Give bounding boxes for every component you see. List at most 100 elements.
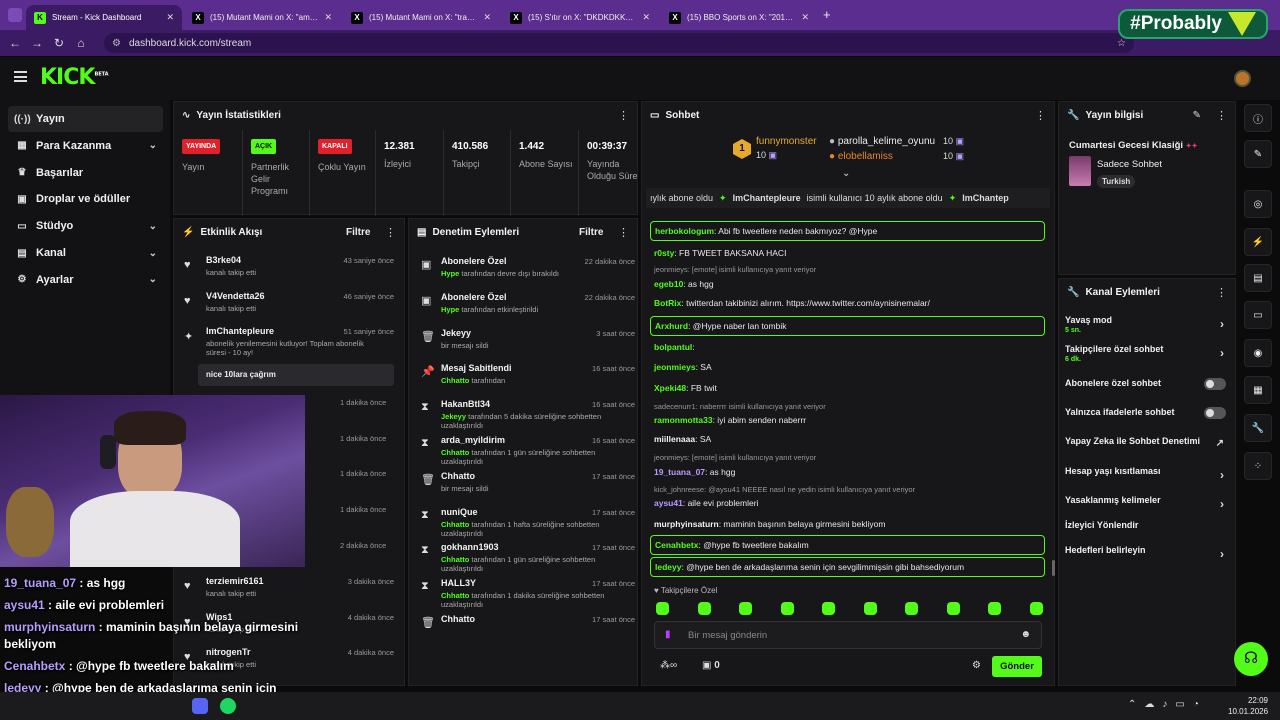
channel-action-item[interactable]: Hedefleri belirleyin › xyxy=(1065,545,1230,561)
info-icon[interactable]: ⓘ xyxy=(1244,104,1272,132)
emote-icon[interactable] xyxy=(988,602,1001,615)
channel-action-item[interactable]: İzleyici Yönlendir xyxy=(1065,520,1230,530)
toggle-switch[interactable] xyxy=(1204,378,1226,390)
chevron-down-icon[interactable]: ⌄ xyxy=(149,221,157,232)
channel-action-item[interactable]: Abonelere özel sohbet xyxy=(1065,378,1230,390)
activity-row[interactable]: ♥ B3rke04 kanalı takip etti 43 saniye önce xyxy=(182,255,402,289)
bolt-icon[interactable]: ⚡ xyxy=(1244,228,1272,256)
moderator-name[interactable]: Chhatto xyxy=(441,520,469,529)
chat-username[interactable]: miillenaaa xyxy=(654,434,695,444)
chevron-down-icon[interactable]: ⌄ xyxy=(149,140,157,151)
activity-user[interactable]: B3rke04 xyxy=(206,255,241,265)
chat-username[interactable]: r0sty xyxy=(654,248,674,258)
moderator-name[interactable]: Chhatto xyxy=(441,555,469,564)
menu-hamburger-icon[interactable] xyxy=(14,71,27,82)
chat-input[interactable]: ▮ Bir mesaj gönderin ☻ xyxy=(654,621,1042,649)
edit-icon[interactable]: ✎ xyxy=(1193,110,1201,121)
moderator-name[interactable]: Chhatto xyxy=(441,591,469,600)
moderation-target[interactable]: nuniQue xyxy=(441,507,478,517)
emote-icon[interactable] xyxy=(656,602,669,615)
chat-username[interactable]: Xpeki48 xyxy=(654,383,686,393)
leaderboard-collapse-icon[interactable]: ⌄ xyxy=(842,168,850,179)
moderation-filter-button[interactable]: Filtre xyxy=(579,227,603,238)
stats-menu-icon[interactable]: ⋮ xyxy=(618,109,629,122)
channel-action-item[interactable]: Hesap yaşı kısıtlaması › xyxy=(1065,466,1230,482)
moderator-name[interactable]: Chhatto xyxy=(441,448,469,457)
clock[interactable]: 22:09 10.01.2026 xyxy=(1228,695,1268,717)
sidebar-item-1[interactable]: ▦ Para Kazanma ⌄ xyxy=(8,133,163,159)
site-info-icon[interactable]: ⚙ xyxy=(112,38,121,49)
external-link-icon[interactable]: ↗ xyxy=(1216,438,1224,449)
send-button[interactable]: Gönder xyxy=(992,656,1042,677)
emote-icon[interactable] xyxy=(1029,602,1043,615)
chat-username[interactable]: Cenahbetx xyxy=(655,540,698,550)
sidebar-item-3[interactable]: ▣ Droplar ve ödüller xyxy=(8,186,163,212)
layout-icon[interactable]: ▦ xyxy=(1244,376,1272,404)
user-avatar[interactable] xyxy=(1234,70,1251,87)
url-field[interactable]: ⚙ dashboard.kick.com/stream ☆ xyxy=(104,33,1134,53)
tab-close-icon[interactable]: ✕ xyxy=(642,12,650,23)
pencil-icon[interactable]: ✎ xyxy=(1244,140,1272,168)
broadcast-icon[interactable]: ◉ xyxy=(1244,339,1272,367)
chat-username[interactable]: ledeyy xyxy=(655,562,681,572)
channel-action-item[interactable]: Takipçilere özel sohbet 6 dk. › xyxy=(1065,344,1230,363)
moderation-target[interactable]: Jekeyy xyxy=(441,328,471,338)
sidebar-item-0[interactable]: ((·)) Yayın xyxy=(8,106,163,132)
clipboard-icon[interactable]: ▤ xyxy=(1244,264,1272,292)
activity-menu-icon[interactable]: ⋮ xyxy=(385,226,396,239)
emote-icon[interactable] xyxy=(822,602,835,615)
moderation-target[interactable]: Chhatto xyxy=(441,471,475,481)
toggle-switch[interactable] xyxy=(1204,407,1226,419)
home-icon[interactable]: ⌂ xyxy=(70,36,92,50)
chat-username[interactable]: herbokologum xyxy=(655,226,714,236)
moderator-name[interactable]: Hype xyxy=(441,269,459,278)
bookmark-star-icon[interactable]: ☆ xyxy=(1117,38,1126,49)
sidebar-item-4[interactable]: ▭ Stüdyo ⌄ xyxy=(8,213,163,239)
chevron-down-icon[interactable]: ⌄ xyxy=(149,248,157,259)
chat-settings-icon[interactable]: ⚙ xyxy=(972,660,981,671)
back-icon[interactable]: ← xyxy=(4,36,26,50)
sidebar-item-5[interactable]: ▤ Kanal ⌄ xyxy=(8,240,163,266)
discord-icon[interactable] xyxy=(192,698,208,714)
moderation-target[interactable]: arda_myildirim xyxy=(441,435,505,445)
activity-user[interactable]: ImChantepleure xyxy=(206,326,274,336)
channel-action-item[interactable]: Yapay Zeka ile Sohbet Denetimi ↗ xyxy=(1065,436,1230,449)
channel-action-item[interactable]: Yasaklanmış kelimeler › xyxy=(1065,495,1230,511)
tab-close-icon[interactable]: ✕ xyxy=(801,12,809,23)
chat-username[interactable]: aysu41 xyxy=(654,498,683,508)
emote-icon[interactable] xyxy=(697,602,711,615)
browser-tab[interactable]: X (15) S'ıtır on X: "DKDKDKKDKDK ✕ xyxy=(502,5,658,30)
leader-name-2[interactable]: ● parolla_kelime_oyunu xyxy=(829,136,935,147)
emote-icon[interactable] xyxy=(780,602,794,615)
channel-actions-menu-icon[interactable]: ⋮ xyxy=(1216,286,1227,299)
support-headset-icon[interactable]: ☊ xyxy=(1234,642,1268,676)
wrench-icon[interactable]: 🔧 xyxy=(1244,414,1272,442)
emote-icon[interactable] xyxy=(905,602,918,615)
chevron-right-icon[interactable]: › xyxy=(1220,547,1224,561)
chevron-right-icon[interactable]: › xyxy=(1220,468,1224,482)
chevron-right-icon[interactable]: › xyxy=(1220,317,1224,331)
chat-username[interactable]: BotRix xyxy=(654,298,681,308)
moderation-target[interactable]: HakanBtl34 xyxy=(441,399,490,409)
chat-username[interactable]: jeonmieys xyxy=(654,362,696,372)
tray-icons[interactable]: ⌃☁♪▭◔ xyxy=(1128,699,1207,710)
activity-row[interactable]: ♥ V4Vendetta26 kanalı takip etti 46 saniye … xyxy=(182,291,402,325)
chat-username[interactable]: bolpantul xyxy=(654,342,692,352)
forward-icon[interactable]: → xyxy=(26,36,48,50)
moderation-target[interactable]: Mesaj Sabitlendi xyxy=(441,363,512,373)
browser-tab[interactable]: X (15) Mutant Mami on X: "amk oç ✕ xyxy=(184,5,340,30)
sidebar-item-2[interactable]: ♛ Başarılar xyxy=(8,160,163,186)
activity-filter-button[interactable]: Filtre xyxy=(346,227,370,238)
emote-icon[interactable] xyxy=(863,602,877,615)
chat-username[interactable]: egeb10 xyxy=(654,279,683,289)
chevron-down-icon[interactable]: ⌄ xyxy=(149,274,157,285)
chat-username[interactable]: ramonmotta33 xyxy=(654,415,713,425)
new-tab-button[interactable]: + xyxy=(823,7,831,22)
spotify-icon[interactable] xyxy=(220,698,236,714)
camera-icon[interactable]: ◎ xyxy=(1244,190,1272,218)
chat-username[interactable]: 19_tuana_07 xyxy=(654,467,705,477)
more-icon[interactable]: ⁘ xyxy=(1244,452,1272,480)
activity-user[interactable]: V4Vendetta26 xyxy=(206,291,265,301)
chevron-right-icon[interactable]: › xyxy=(1220,497,1224,511)
chat-icon[interactable]: ▭ xyxy=(1244,301,1272,329)
